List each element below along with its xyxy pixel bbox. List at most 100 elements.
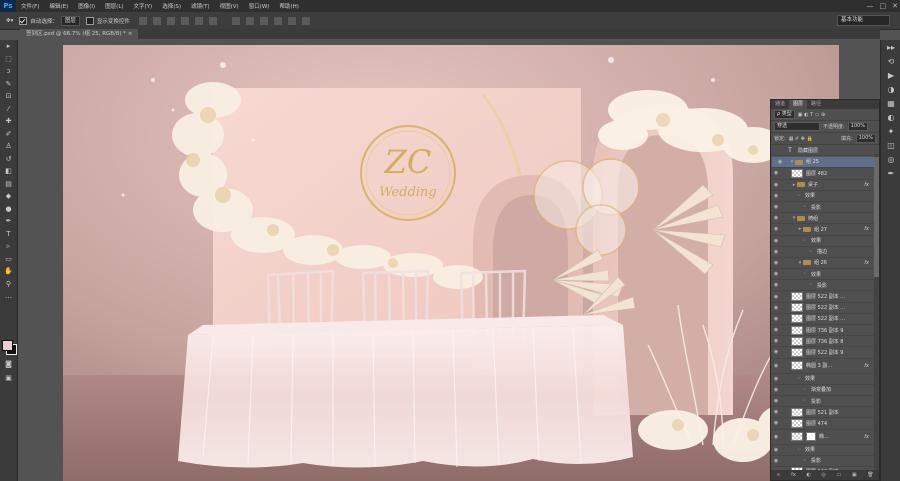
fx-badge[interactable]: fx [864,260,869,266]
close-button[interactable]: ✕ [892,2,898,10]
gradient-tool-icon[interactable]: ▤ [0,178,17,191]
layer-effect-row[interactable]: ◉ ◦ 效果 [771,191,879,202]
visibility-eye-icon[interactable]: ◉ [771,193,781,199]
styles-icon[interactable]: ✦ [881,124,900,138]
distribute-left-icon[interactable] [273,16,282,25]
menu-item[interactable]: 视图(V) [215,2,244,10]
screen-mode-icon[interactable]: ▣ [0,372,17,385]
visibility-eye-icon[interactable]: ◉ [771,271,781,277]
document-tab[interactable]: 签到区.psd @ 66.7% (组 25, RGB/8) * × [20,29,139,39]
layer-effect-row[interactable]: ◉ ◦ 投影 [771,280,879,292]
visibility-eye-icon[interactable]: ◉ [771,249,781,255]
visibility-eye-icon[interactable]: ◉ [771,349,781,355]
pen-tool-icon[interactable]: ✒ [0,215,17,228]
close-tab-icon[interactable]: × [128,31,133,37]
distribute-top-icon[interactable] [231,16,240,25]
distribute-right-icon[interactable] [301,16,310,25]
foreground-color-swatch[interactable] [2,340,13,351]
add-style-icon[interactable]: fx [791,472,796,478]
layer-effect-row[interactable]: ◉ ◦ 效果 [771,269,879,281]
align-bottom-icon[interactable] [166,16,175,25]
distribute-bottom-icon[interactable] [259,16,268,25]
brush-tool-icon[interactable]: ✐ [0,128,17,141]
visibility-eye-icon[interactable]: ◉ [771,434,781,440]
move-tool-preset[interactable]: ✥▾ [6,18,13,24]
clone-stamp-tool-icon[interactable]: ♙ [0,140,17,153]
more-tools-icon[interactable]: … [0,290,17,303]
menu-item[interactable]: 窗口(W) [244,2,275,10]
quick-mask-icon[interactable]: ◙ [0,358,17,371]
marquee-tool-icon[interactable]: ⬚ [0,53,17,66]
auto-select-dropdown[interactable]: 图层 [60,15,80,26]
opacity-input[interactable]: 100% [847,122,868,131]
workspace-switcher[interactable]: 基本功能 [837,15,890,26]
distribute-vcenter-icon[interactable] [245,16,254,25]
layer-row[interactable]: ◉ 椭... fx [771,430,879,445]
layer-row[interactable]: ◉ 图层 522 副本 ... [771,314,879,325]
layer-row[interactable]: ◉ 图层 736 副本 9 [771,325,879,337]
blend-mode-dropdown[interactable]: 穿透 [774,122,820,131]
align-left-icon[interactable] [180,16,189,25]
align-top-icon[interactable] [138,16,147,25]
path-select-tool-icon[interactable]: ▹ [0,240,17,253]
layer-effect-row[interactable]: ◉ ◦ 投影 [771,202,879,214]
menu-item[interactable]: 图像(I) [73,2,100,10]
visibility-eye-icon[interactable]: ◉ [771,170,781,176]
visibility-eye-icon[interactable]: ◉ [771,363,781,369]
layer-mask-thumbnail[interactable] [806,432,816,441]
layer-row[interactable]: ◉ 图层 482 [771,168,879,180]
fx-badge[interactable]: fx [864,226,869,232]
visibility-eye-icon[interactable]: ◉ [771,294,781,300]
fx-badge[interactable]: fx [864,434,869,440]
link-layers-icon[interactable]: ∞ [776,472,780,478]
layer-effect-row[interactable]: ◉ ◦ 描边 [771,247,879,258]
visibility-eye-icon[interactable]: ◉ [771,420,781,426]
menu-item[interactable]: 图层(L) [100,2,128,10]
visibility-eye-icon[interactable]: ◉ [771,226,781,232]
filter-kind-dropdown[interactable]: ρ 类型 [774,110,795,119]
visibility-eye-icon[interactable]: ◉ [771,204,781,210]
adjustments-icon[interactable]: ◐ [881,110,900,124]
align-right-icon[interactable] [208,16,217,25]
visibility-eye-icon[interactable]: ◉ [771,260,781,266]
layer-list-scrollbar[interactable] [874,154,879,472]
layer-row[interactable]: ◉ 图层 522 副本 ... [771,291,879,303]
tab-layers[interactable]: 图层 [789,100,808,109]
maximize-button[interactable]: □ [880,2,887,10]
menu-item[interactable]: 编辑(E) [44,2,73,10]
menu-item[interactable]: 文字(Y) [129,2,158,10]
document-canvas[interactable]: ZC Wedding [63,45,839,481]
eraser-tool-icon[interactable]: ◧ [0,165,17,178]
crop-tool-icon[interactable]: ⊡ [0,90,17,103]
dodge-tool-icon[interactable]: ● [0,203,17,216]
tab-channels[interactable]: 通道 [771,100,789,109]
transform-controls-checkbox[interactable]: 显示变换控件 [85,16,130,25]
layer-row[interactable]: ◉ 图层 736 副本 8 [771,336,879,348]
lock-icons[interactable]: ▦ ✐ ✥ 🔒 [789,136,813,142]
visibility-eye-icon[interactable]: ◉ [771,316,781,322]
delete-layer-icon[interactable]: 🗑 [867,472,873,478]
healing-brush-tool-icon[interactable]: ✚ [0,115,17,128]
history-icon[interactable]: ⟲ [881,54,900,68]
new-group-icon[interactable]: ▭ [837,472,842,478]
layer-row[interactable]: ◉ ▾ 组 26 fx [771,258,879,270]
layer-row[interactable]: ◉ 图层 522 副本 ... [771,303,879,314]
fill-input[interactable]: 100% [855,134,876,143]
layer-effect-row[interactable]: ◉ ◦ 效果 [771,445,879,456]
filter-icons[interactable]: ▣ ◐ T ▭ ⊕ [798,112,825,118]
eyedropper-tool-icon[interactable]: ⁄ [0,103,17,116]
layer-row[interactable]: ◉ 椭圆 3 副... fx [771,359,879,374]
adjustment-layer-icon[interactable]: ◎ [822,472,826,478]
type-tool-icon[interactable]: T [0,228,17,241]
tab-paths[interactable]: 路径 [807,100,825,109]
history-brush-tool-icon[interactable]: ↺ [0,153,17,166]
layer-row[interactable]: ◉ 图层 474 [771,418,879,430]
visibility-eye-icon[interactable]: ◉ [771,458,781,464]
layer-effect-row[interactable]: ◉ ◦ 效果 [771,236,879,247]
align-vcenter-icon[interactable] [152,16,161,25]
zoom-tool-icon[interactable]: ⚲ [0,278,17,291]
layer-effect-row[interactable]: ◉ ◦ 效果 [771,374,879,385]
minimize-button[interactable]: — [867,2,874,10]
move-tool-icon[interactable]: ▸ [0,40,17,53]
color-panel-icon[interactable]: ◑ [881,82,900,96]
